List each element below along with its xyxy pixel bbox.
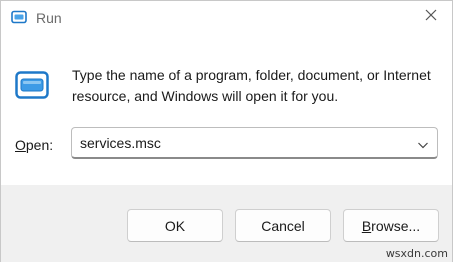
browse-button[interactable]: Browse... [343,209,439,242]
run-app-icon [15,71,49,99]
open-label-text: pen: [25,137,54,153]
browse-mnemonic: B [361,217,372,234]
title-bar[interactable]: Run [1,1,452,35]
watermark: wsxdn.com [385,247,448,260]
run-dialog: Run Type the name of a program, folder, … [0,0,453,262]
dialog-description: Type the name of a program, folder, docu… [72,67,431,104]
button-bar: OK Cancel Browse... wsxdn.com [1,185,452,262]
close-icon [425,8,437,26]
browse-button-label: rowse... [371,217,421,234]
ok-button-label: OK [164,217,186,234]
open-label-mnemonic: O [15,137,26,153]
chevron-down-icon[interactable] [417,137,429,149]
dialog-body: Type the name of a program, folder, docu… [1,35,452,185]
open-input[interactable] [80,134,400,152]
ok-button[interactable]: OK [127,209,223,242]
close-button[interactable] [418,5,444,29]
cancel-button[interactable]: Cancel [235,209,331,242]
cancel-button-label: Cancel [261,217,305,234]
open-label: Open: [15,136,53,154]
run-icon [11,10,27,24]
window-title: Run [36,10,62,26]
open-combobox[interactable] [71,127,438,159]
